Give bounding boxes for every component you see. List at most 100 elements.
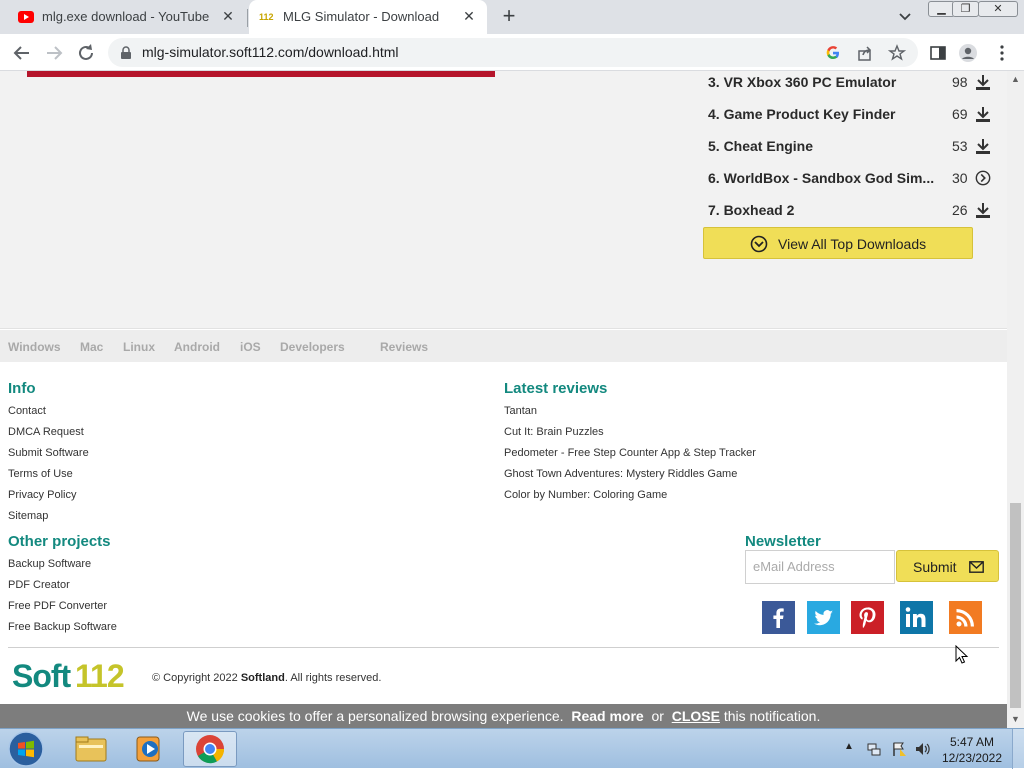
address-bar[interactable]: mlg-simulator.soft112.com/download.html [108, 38, 918, 67]
minimize-button[interactable]: ▁ [928, 1, 955, 17]
action-center-flag-icon[interactable] [891, 741, 907, 757]
footer-link[interactable]: Sitemap [8, 510, 48, 522]
top-download-item[interactable]: 6. WorldBox - Sandbox God Sim... 30 [708, 167, 993, 191]
review-link[interactable]: Pedometer - Free Step Counter App & Step… [504, 447, 756, 459]
scroll-up-icon[interactable]: ▲ [1007, 71, 1024, 88]
nav-developers[interactable]: Developers [280, 340, 345, 354]
share-icon[interactable] [856, 44, 874, 62]
latest-reviews-heading: Latest reviews [504, 380, 608, 397]
new-tab-button[interactable]: + [498, 5, 520, 27]
show-desktop-button[interactable] [1012, 729, 1024, 769]
download-icon[interactable] [975, 137, 991, 155]
review-link[interactable]: Cut It: Brain Puzzles [504, 426, 604, 438]
read-more-link[interactable]: Read more [571, 708, 643, 724]
close-tab-icon[interactable]: ✕ [459, 6, 479, 26]
nav-android[interactable]: Android [174, 340, 220, 354]
restore-button[interactable]: ❐ [952, 1, 979, 17]
nav-mac[interactable]: Mac [80, 340, 103, 354]
soft112-favicon: 112 [259, 12, 274, 22]
side-panel-icon[interactable] [928, 43, 948, 63]
windows-taskbar: ▲ 5:47 AM 12/23/2022 [0, 728, 1024, 769]
close-window-button[interactable]: ✕ [978, 1, 1018, 17]
system-clock[interactable]: 5:47 AM 12/23/2022 [940, 734, 1004, 766]
tab-youtube[interactable]: mlg.exe download - YouTube ✕ [8, 0, 246, 34]
volume-icon[interactable] [914, 741, 930, 757]
tab-separator [247, 9, 248, 27]
project-link[interactable]: PDF Creator [8, 579, 70, 591]
footer-link[interactable]: DMCA Request [8, 426, 84, 438]
scroll-down-icon[interactable]: ▼ [1007, 711, 1024, 728]
copyright-text: © Copyright 2022 Softland. All rights re… [152, 672, 381, 684]
close-cookie-link[interactable]: CLOSE [672, 708, 720, 724]
profile-avatar-icon[interactable] [958, 43, 978, 63]
nav-windows[interactable]: Windows [8, 340, 61, 354]
media-player-icon[interactable] [122, 731, 176, 767]
platform-nav: Windows Mac Linux Android iOS Developers… [0, 330, 1007, 362]
reload-icon[interactable] [74, 41, 98, 65]
arrow-circle-icon[interactable] [975, 169, 991, 187]
file-explorer-icon[interactable] [64, 731, 118, 767]
download-count: 30 [952, 170, 968, 186]
nav-reviews[interactable]: Reviews [380, 340, 428, 354]
download-name[interactable]: 4. Game Product Key Finder [708, 106, 896, 122]
submit-button[interactable]: Submit [896, 550, 999, 582]
close-tab-icon[interactable]: ✕ [218, 6, 238, 26]
project-link[interactable]: Free PDF Converter [8, 600, 107, 612]
pinterest-icon[interactable] [851, 601, 884, 634]
bookmark-star-icon[interactable] [888, 44, 906, 62]
menu-dots-icon[interactable] [992, 43, 1012, 63]
url-text[interactable]: mlg-simulator.soft112.com/download.html [142, 44, 399, 60]
nav-ios[interactable]: iOS [240, 340, 261, 354]
linkedin-icon[interactable] [900, 601, 933, 634]
top-download-item[interactable]: 3. VR Xbox 360 PC Emulator 98 [708, 71, 993, 95]
other-projects-heading: Other projects [8, 533, 111, 550]
network-icon[interactable] [866, 741, 882, 757]
review-link[interactable]: Ghost Town Adventures: Mystery Riddles G… [504, 468, 737, 480]
chrome-taskbar-button[interactable] [183, 731, 237, 767]
view-all-label: View All Top Downloads [778, 236, 927, 252]
download-name[interactable]: 7. Boxhead 2 [708, 202, 794, 218]
chevron-down-icon[interactable] [896, 7, 914, 25]
nav-linux[interactable]: Linux [123, 340, 155, 354]
facebook-icon[interactable] [762, 601, 795, 634]
download-name[interactable]: 5. Cheat Engine [708, 138, 813, 154]
submit-label: Submit [913, 559, 957, 575]
email-field[interactable]: eMail Address [745, 550, 895, 584]
forward-icon[interactable] [42, 41, 66, 65]
view-all-top-downloads-button[interactable]: View All Top Downloads [703, 227, 973, 259]
tab-mlg-simulator[interactable]: 112 MLG Simulator - Download ✕ [249, 0, 487, 34]
download-name[interactable]: 6. WorldBox - Sandbox God Sim... [708, 170, 934, 186]
twitter-icon[interactable] [807, 601, 840, 634]
footer-link[interactable]: Privacy Policy [8, 489, 76, 501]
rss-icon[interactable] [949, 601, 982, 634]
project-link[interactable]: Free Backup Software [8, 621, 117, 633]
download-icon[interactable] [975, 73, 991, 91]
back-icon[interactable] [10, 41, 34, 65]
cookie-or: or [651, 708, 664, 724]
show-hidden-icons-icon[interactable]: ▲ [844, 741, 860, 757]
footer-link[interactable]: Terms of Use [8, 468, 73, 480]
chevron-circle-down-icon [750, 235, 768, 253]
download-name[interactable]: 3. VR Xbox 360 PC Emulator [708, 74, 896, 90]
youtube-icon [18, 11, 34, 23]
cookie-suffix: this notification. [723, 708, 821, 724]
scrollbar-thumb[interactable] [1010, 503, 1021, 708]
top-download-item[interactable]: 5. Cheat Engine 53 [708, 135, 993, 159]
review-link[interactable]: Color by Number: Coloring Game [504, 489, 667, 501]
review-link[interactable]: Tantan [504, 405, 537, 417]
google-icon[interactable] [824, 44, 842, 62]
windows-start-icon[interactable] [6, 730, 46, 768]
footer-link[interactable]: Contact [8, 405, 46, 417]
tab-title: MLG Simulator - Download [283, 9, 440, 24]
tab-strip: mlg.exe download - YouTube ✕ 112 MLG Sim… [0, 0, 1024, 34]
top-download-item[interactable]: 4. Game Product Key Finder 69 [708, 103, 993, 127]
page-scrollbar[interactable]: ▲ ▼ [1007, 71, 1024, 728]
project-link[interactable]: Backup Software [8, 558, 91, 570]
download-icon[interactable] [975, 105, 991, 123]
lock-icon[interactable] [120, 46, 132, 59]
download-icon[interactable] [975, 201, 991, 219]
footer-link[interactable]: Submit Software [8, 447, 89, 459]
soft112-logo[interactable]: Soft 112 [12, 658, 140, 696]
copyright-company[interactable]: Softland [241, 672, 285, 684]
top-download-item[interactable]: 7. Boxhead 2 26 [708, 199, 993, 223]
